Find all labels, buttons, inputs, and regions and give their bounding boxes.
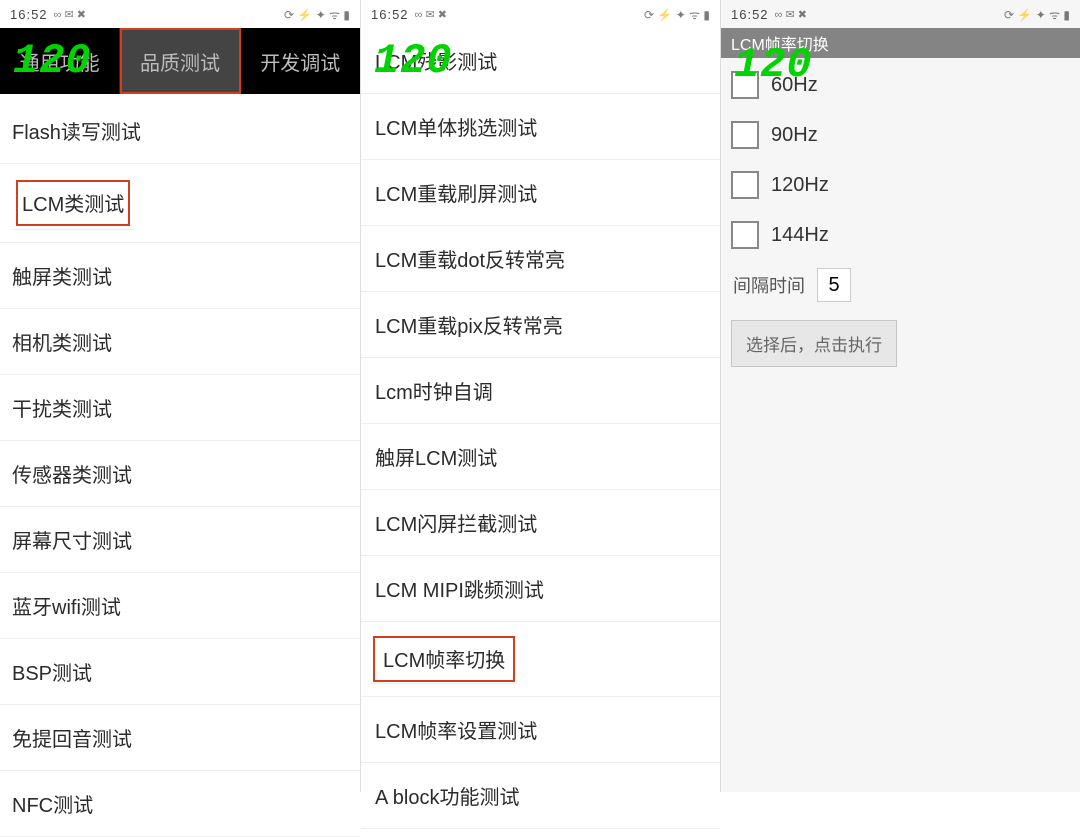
tab-dev[interactable]: 开发调试 — [241, 28, 360, 94]
hz-options: 60Hz 90Hz 120Hz 144Hz — [721, 58, 1080, 260]
panel-frame-rate-switch: 16:52 ∞ ✉ ✖ ⟳ ⚡ ✦ ᯤ ▮ LCM帧率切换 120 60Hz 9… — [720, 0, 1080, 792]
status-left-icons: ∞ ✉ ✖ — [54, 8, 86, 21]
list-item-lcm[interactable]: LCM类测试 — [12, 176, 134, 230]
run-button[interactable]: 选择后，点击执行 — [731, 320, 897, 367]
status-bar: 16:52 ∞ ✉ ✖ ⟳ ⚡ ✦ ᯤ ▮ — [361, 0, 720, 28]
list-item[interactable]: 传感器类测试 — [0, 441, 360, 507]
option-60hz[interactable]: 60Hz — [721, 60, 1080, 110]
status-left-icons: ∞ ✉ ✖ — [415, 8, 447, 21]
interval-input[interactable]: 5 — [817, 268, 851, 302]
status-right-icons: ⟳ ⚡ ✦ ᯤ ▮ — [284, 6, 350, 23]
list-item[interactable]: 蓝牙wifi测试 — [0, 573, 360, 639]
lcm-test-list: LCM残影测试 LCM单体挑选测试 LCM重载刷屏测试 LCM重载dot反转常亮… — [361, 28, 720, 829]
test-category-list: Flash读写测试 LCM类测试 触屏类测试 相机类测试 干扰类测试 传感器类测… — [0, 94, 360, 837]
status-bar: 16:52 ∞ ✉ ✖ ⟳ ⚡ ✦ ᯤ ▮ — [0, 0, 360, 28]
panel-quality-test: 16:52 ∞ ✉ ✖ ⟳ ⚡ ✦ ᯤ ▮ 120 通用功能 品质测试 开发调试… — [0, 0, 360, 792]
status-right-icons: ⟳ ⚡ ✦ ᯤ ▮ — [644, 6, 710, 23]
list-item[interactable]: 触屏类测试 — [0, 243, 360, 309]
list-item[interactable]: LCM重载pix反转常亮 — [361, 292, 720, 358]
clock-text: 16:52 — [10, 7, 48, 22]
clock-text: 16:52 — [371, 7, 409, 22]
option-144hz[interactable]: 144Hz — [721, 210, 1080, 260]
status-bar: 16:52 ∞ ✉ ✖ ⟳ ⚡ ✦ ᯤ ▮ — [721, 0, 1080, 28]
list-item[interactable]: LCM MIPI跳频测试 — [361, 556, 720, 622]
list-item[interactable]: A block功能测试 — [361, 763, 720, 829]
list-item[interactable]: 干扰类测试 — [0, 375, 360, 441]
option-120hz[interactable]: 120Hz — [721, 160, 1080, 210]
option-label: 144Hz — [771, 224, 829, 247]
option-90hz[interactable]: 90Hz — [721, 110, 1080, 160]
checkbox-icon[interactable] — [731, 121, 759, 149]
interval-row: 间隔时间 5 — [721, 260, 1080, 312]
panel-lcm-tests: 16:52 ∞ ✉ ✖ ⟳ ⚡ ✦ ᯤ ▮ 120 LCM残影测试 LCM单体挑… — [360, 0, 720, 792]
option-label: 60Hz — [771, 74, 818, 97]
clock-text: 16:52 — [731, 7, 769, 22]
list-item[interactable]: 屏幕尺寸测试 — [0, 507, 360, 573]
checkbox-icon[interactable] — [731, 71, 759, 99]
screen-title: LCM帧率切换 — [721, 28, 1080, 58]
list-item[interactable]: LCM重载dot反转常亮 — [361, 226, 720, 292]
interval-label: 间隔时间 — [733, 272, 805, 298]
tab-quality[interactable]: 品质测试 — [120, 28, 240, 94]
list-item[interactable]: LCM单体挑选测试 — [361, 94, 720, 160]
list-item[interactable]: NFC测试 — [0, 771, 360, 837]
list-item[interactable]: LCM帧率设置测试 — [361, 697, 720, 763]
status-right-icons: ⟳ ⚡ ✦ ᯤ ▮ — [1004, 6, 1070, 23]
status-left-icons: ∞ ✉ ✖ — [775, 8, 807, 21]
list-item-frame-switch[interactable]: LCM帧率切换 — [371, 634, 517, 684]
checkbox-icon[interactable] — [731, 171, 759, 199]
list-item[interactable]: 免提回音测试 — [0, 705, 360, 771]
list-item[interactable]: Lcm时钟自调 — [361, 358, 720, 424]
list-item[interactable]: Flash读写测试 — [0, 98, 360, 164]
checkbox-icon[interactable] — [731, 221, 759, 249]
list-item[interactable]: LCM残影测试 — [361, 28, 720, 94]
option-label: 90Hz — [771, 124, 818, 147]
list-item[interactable]: BSP测试 — [0, 639, 360, 705]
option-label: 120Hz — [771, 174, 829, 197]
list-item[interactable]: 相机类测试 — [0, 309, 360, 375]
list-item[interactable]: LCM闪屏拦截测试 — [361, 490, 720, 556]
tab-general[interactable]: 通用功能 — [0, 28, 120, 94]
tab-bar: 通用功能 品质测试 开发调试 — [0, 28, 360, 94]
list-item[interactable]: LCM重载刷屏测试 — [361, 160, 720, 226]
list-item[interactable]: 触屏LCM测试 — [361, 424, 720, 490]
